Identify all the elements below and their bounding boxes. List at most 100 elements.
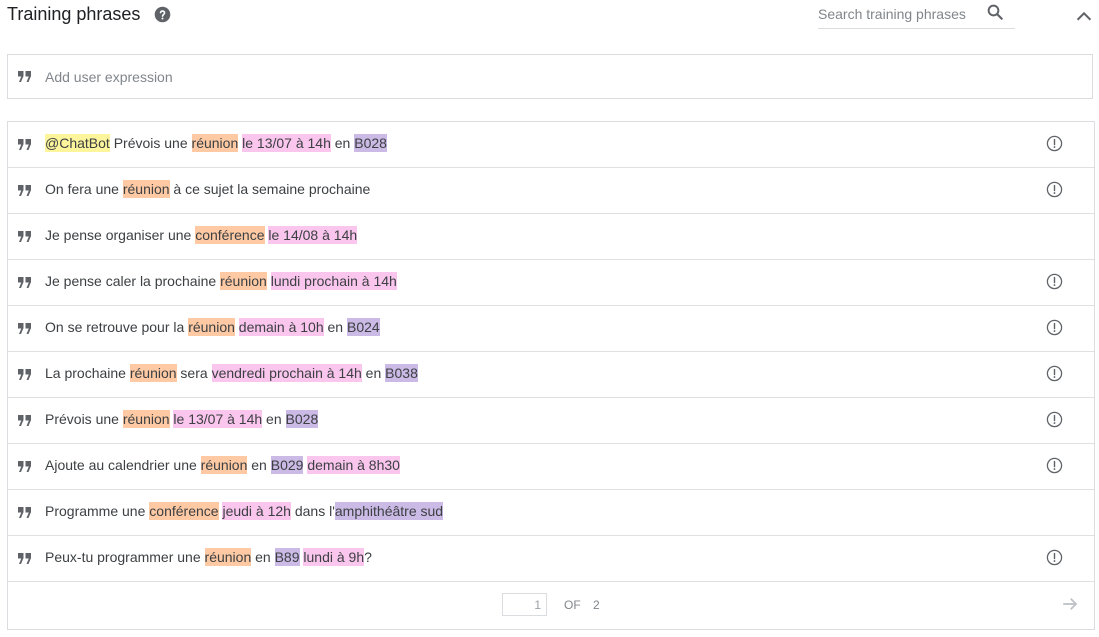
phrase-segment: La prochaine xyxy=(45,365,130,381)
phrase-segment: Je pense organiser une xyxy=(45,227,196,243)
entity-annotation-event[interactable]: réunion xyxy=(129,364,177,382)
exclamation-circle-icon[interactable] xyxy=(1046,273,1063,290)
phrase-text[interactable]: Programme une conférence jeudi à 12h dan… xyxy=(45,502,444,520)
training-phrase-row[interactable]: Je pense caler la prochaine réunion lund… xyxy=(8,260,1094,306)
exclamation-circle-icon[interactable] xyxy=(1046,549,1063,566)
phrase-segment: en xyxy=(323,319,347,335)
training-phrase-row[interactable]: @ChatBot Prévois une réunion le 13/07 à … xyxy=(8,122,1094,168)
quote-icon xyxy=(18,71,31,82)
phrase-text[interactable]: Peux-tu programmer une réunion en B89 lu… xyxy=(45,548,372,566)
phrase-text[interactable]: La prochaine réunion sera vendredi proch… xyxy=(45,364,418,382)
training-phrase-row[interactable]: Ajoute au calendrier une réunion en B029… xyxy=(8,444,1094,490)
entity-annotation-date[interactable]: vendredi prochain à 14h xyxy=(211,364,362,382)
quote-icon xyxy=(18,415,31,426)
training-phrases-header: Training phrases xyxy=(0,0,1099,46)
quote-icon xyxy=(18,323,31,334)
phrase-segment: dans l' xyxy=(290,503,335,519)
phrase-text[interactable]: @ChatBot Prévois une réunion le 13/07 à … xyxy=(45,134,387,152)
entity-annotation-date[interactable]: le 13/07 à 14h xyxy=(242,134,331,152)
entity-annotation-date[interactable]: jeudi à 12h xyxy=(222,502,291,520)
entity-annotation-room[interactable]: B038 xyxy=(385,364,418,382)
phrase-text[interactable]: Je pense caler la prochaine réunion lund… xyxy=(45,272,397,290)
entity-annotation-date[interactable]: le 14/08 à 14h xyxy=(268,226,358,244)
entity-annotation-event[interactable]: réunion xyxy=(188,318,235,336)
entity-annotation-room[interactable]: B028 xyxy=(285,410,319,428)
phrase-segment: en xyxy=(361,365,386,381)
section-title: Training phrases xyxy=(7,4,141,24)
phrase-segment: Peux-tu programmer une xyxy=(45,549,205,565)
phrase-segment: en xyxy=(247,457,271,473)
entity-annotation-event[interactable]: réunion xyxy=(204,548,252,566)
question-circle-icon[interactable] xyxy=(154,6,171,23)
quote-icon xyxy=(18,553,31,564)
entity-annotation-event[interactable]: réunion xyxy=(200,456,248,474)
training-phrase-row[interactable]: Je pense organiser une conférence le 14/… xyxy=(8,214,1094,260)
exclamation-circle-icon[interactable] xyxy=(1046,319,1063,336)
phrase-segment: Programme une xyxy=(45,503,150,519)
training-phrase-row[interactable]: Prévois une réunion le 13/07 à 14h en B0… xyxy=(8,398,1094,444)
exclamation-circle-icon[interactable] xyxy=(1046,135,1063,152)
quote-icon xyxy=(18,231,31,242)
quote-icon xyxy=(18,277,31,288)
entity-annotation-event[interactable]: conférence xyxy=(149,502,219,520)
training-phrase-row[interactable]: La prochaine réunion sera vendredi proch… xyxy=(8,352,1094,398)
phrase-text[interactable]: On se retrouve pour la réunion demain à … xyxy=(45,318,380,336)
search-icon[interactable] xyxy=(986,3,1004,21)
training-phrase-list: @ChatBot Prévois une réunion le 13/07 à … xyxy=(7,121,1095,630)
training-phrase-row[interactable]: Peux-tu programmer une réunion en B89 lu… xyxy=(8,536,1094,582)
search-box xyxy=(818,0,1015,29)
search-input[interactable] xyxy=(818,4,978,24)
phrase-text[interactable]: Prévois une réunion le 13/07 à 14h en B0… xyxy=(45,410,319,428)
pagination: OF 2 xyxy=(8,582,1094,628)
training-phrase-row[interactable]: Programme une conférence jeudi à 12h dan… xyxy=(8,490,1094,536)
phrase-segment: en xyxy=(251,549,275,565)
entity-annotation-room[interactable]: B89 xyxy=(274,548,300,566)
phrase-segment: On se retrouve pour la xyxy=(45,319,189,335)
quote-icon xyxy=(18,369,31,380)
phrase-segment: à ce sujet la semaine prochaine xyxy=(169,181,371,197)
phrase-segment: en xyxy=(262,411,286,427)
entity-annotation-event[interactable]: conférence xyxy=(195,226,265,244)
training-phrase-row[interactable]: On fera une réunion à ce sujet la semain… xyxy=(8,168,1094,214)
exclamation-circle-icon[interactable] xyxy=(1046,365,1063,382)
entity-annotation-room[interactable]: B028 xyxy=(354,134,387,152)
entity-annotation-event[interactable]: réunion xyxy=(122,180,170,198)
phrase-segment: On fera une xyxy=(45,181,123,197)
arrow-right-icon[interactable] xyxy=(1061,596,1079,612)
phrase-segment: sera xyxy=(176,365,212,381)
add-expression-input[interactable] xyxy=(45,67,945,87)
phrase-segment: Prévois une xyxy=(109,135,192,151)
page-total: 2 xyxy=(593,598,600,612)
phrase-text[interactable]: Ajoute au calendrier une réunion en B029… xyxy=(45,456,400,474)
quote-icon xyxy=(18,185,31,196)
training-phrase-row[interactable]: On se retrouve pour la réunion demain à … xyxy=(8,306,1094,352)
phrase-segment: Prévois une xyxy=(45,411,123,427)
chevron-up-icon[interactable] xyxy=(1073,6,1095,28)
entity-annotation-date[interactable]: lundi prochain à 14h xyxy=(270,272,397,290)
exclamation-circle-icon[interactable] xyxy=(1046,457,1063,474)
phrase-segment: Je pense caler la prochaine xyxy=(45,273,221,289)
entity-annotation-event[interactable]: réunion xyxy=(220,272,267,290)
entity-annotation-date[interactable]: demain à 10h xyxy=(238,318,324,336)
entity-annotation-room[interactable]: B024 xyxy=(346,318,380,336)
entity-annotation-date[interactable]: lundi à 9h xyxy=(303,548,365,566)
phrase-segment: en xyxy=(330,135,355,151)
exclamation-circle-icon[interactable] xyxy=(1046,411,1063,428)
phrase-text[interactable]: Je pense organiser une conférence le 14/… xyxy=(45,226,358,244)
entity-annotation-date[interactable]: le 13/07 à 14h xyxy=(173,410,263,428)
quote-icon xyxy=(18,507,31,518)
entity-annotation-room[interactable]: amphithéâtre sud xyxy=(334,502,444,520)
entity-annotation-event[interactable]: réunion xyxy=(122,410,170,428)
exclamation-circle-icon[interactable] xyxy=(1046,181,1063,198)
entity-annotation-date[interactable]: demain à 8h30 xyxy=(307,456,400,474)
entity-annotation-bot[interactable]: @ChatBot xyxy=(45,134,110,152)
add-user-expression xyxy=(7,54,1093,99)
entity-annotation-room[interactable]: B029 xyxy=(270,456,304,474)
phrase-segment: Ajoute au calendrier une xyxy=(45,457,201,473)
page-number-input[interactable] xyxy=(502,593,547,616)
quote-icon xyxy=(18,139,31,150)
phrase-text[interactable]: On fera une réunion à ce sujet la semain… xyxy=(45,180,371,198)
page-of-label: OF xyxy=(564,598,581,612)
entity-annotation-event[interactable]: réunion xyxy=(191,134,239,152)
quote-icon xyxy=(18,461,31,472)
